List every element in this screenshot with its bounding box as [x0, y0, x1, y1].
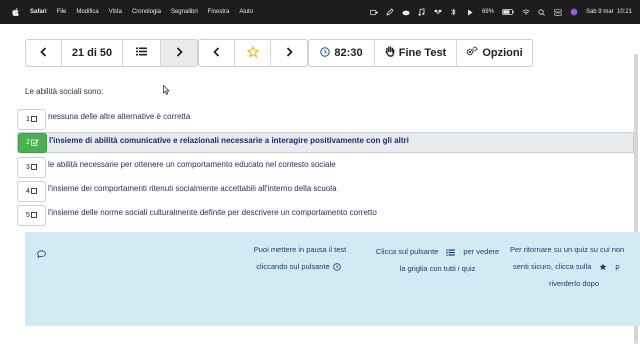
dropbox-icon[interactable]: [433, 8, 442, 16]
menu-aiuto[interactable]: Aiuto: [239, 9, 253, 15]
mouse-pointer-icon: [163, 82, 170, 100]
menu-file[interactable]: File: [57, 9, 67, 15]
actions-group: 82:30 Fine Test Opzioni: [308, 39, 533, 67]
battery-percent: 69%: [481, 9, 494, 15]
answer-checkbox-5[interactable]: 5: [17, 204, 46, 226]
favorite-tip-line2a: senti sicuro, clicca sulla: [513, 262, 592, 271]
checkbox-icon: [30, 212, 37, 218]
timer-pause-button[interactable]: 82:30: [309, 40, 375, 66]
wifi-icon[interactable]: [522, 8, 530, 16]
options-button[interactable]: Opzioni: [457, 40, 532, 66]
control-center-icon[interactable]: [554, 8, 562, 16]
clock-icon: [332, 263, 341, 271]
quiz-toolbar: 21 di 50 82:30 Fine Test Opzioni: [25, 39, 533, 67]
finish-test-button[interactable]: Fine Test: [375, 40, 457, 66]
options-label: Opzioni: [482, 47, 523, 59]
chevron-left-icon: [39, 46, 48, 60]
answer-checkbox-2[interactable]: 2: [18, 132, 47, 153]
star-outline-icon: [246, 45, 259, 61]
favorite-tip-line1: Per ritornare su un quiz su cui non: [510, 245, 625, 254]
grid-tip: Clicca sul pulsante per vedere la griglia…: [365, 243, 510, 277]
clock-icon: [320, 46, 331, 60]
checkbox-icon: [30, 116, 37, 122]
menu-modifica[interactable]: Modifica: [76, 9, 98, 15]
next-question-button[interactable]: [161, 40, 197, 66]
answer-text: l'insieme di abilità comunicative e rela…: [49, 136, 409, 145]
favorite-tip-line2b: p: [615, 262, 620, 271]
menubar-clock[interactable]: Sab 9 mar 10:21: [586, 9, 632, 15]
prev-favorite-button[interactable]: [199, 40, 235, 66]
answer-option-1[interactable]: 1 nessuna delle altre alternative è corr…: [17, 107, 634, 131]
apple-icon[interactable]: [10, 8, 20, 16]
favorite-tip: Per ritornare su un quiz su cui non sent…: [510, 241, 640, 292]
siri-icon[interactable]: [570, 8, 578, 16]
answer-number: 5: [26, 211, 30, 219]
question-counter: 21 di 50: [62, 40, 123, 66]
answer-text: le abilità necessarie per ottenere un co…: [48, 159, 336, 169]
menu-cronologia[interactable]: Cronologia: [132, 9, 161, 15]
answer-option-2[interactable]: 2 l'insieme di abilità comunicative e re…: [17, 132, 634, 153]
menu-app-name[interactable]: Safari: [30, 9, 47, 15]
hand-stop-icon: [385, 46, 395, 60]
answer-text: nessuna delle altre alternative è corret…: [48, 112, 191, 121]
question-grid-button[interactable]: [123, 40, 161, 66]
checkbox-icon: [30, 188, 37, 194]
chevron-left-icon: [212, 46, 221, 60]
macos-menu-bar: Safari File Modifica Vista Cronologia Se…: [0, 0, 640, 24]
answer-number: 1: [26, 115, 30, 123]
answer-option-4[interactable]: 4 l'insieme dei comportamenti ritenuti s…: [17, 179, 634, 203]
camera-icon[interactable]: [370, 8, 378, 16]
finish-test-label: Fine Test: [398, 47, 447, 59]
answer-number: 2: [26, 139, 30, 146]
answer-number: 3: [26, 163, 30, 171]
list-icon: [136, 47, 147, 59]
pause-tip: Puoi mettere in pausa il test cliccando …: [235, 241, 365, 275]
answer-text: l'insieme dei comportamenti ritenuti soc…: [48, 183, 337, 193]
answer-list: 1 nessuna delle altre alternative è corr…: [17, 107, 634, 227]
pen-icon[interactable]: [386, 8, 394, 16]
answer-option-3[interactable]: 3 le abilità necessarie per ottenere un …: [17, 155, 634, 179]
answer-number: 4: [26, 187, 30, 195]
help-info-panel: Puoi mettere in pausa il test cliccando …: [25, 232, 640, 326]
next-favorite-button[interactable]: [271, 40, 307, 66]
menu-segnalibri[interactable]: Segnalibri: [171, 9, 198, 15]
timer-value: 82:30: [334, 47, 363, 59]
grid-tip-line2: la griglia con tutti i quiz: [399, 264, 476, 273]
answer-checkbox-4[interactable]: 4: [17, 180, 46, 202]
answer-checkbox-1[interactable]: 1: [17, 108, 46, 130]
pause-tip-line2: cliccando sul pulsante: [256, 262, 330, 271]
search-icon[interactable]: [538, 8, 546, 16]
favorite-toggle-button[interactable]: [235, 40, 271, 66]
chevron-right-icon: [285, 46, 294, 60]
list-icon: [446, 248, 456, 256]
nav-group: 21 di 50: [25, 39, 198, 67]
gears-icon: [466, 46, 478, 60]
answer-text: l'insieme delle norme sociali culturalme…: [48, 207, 377, 217]
question-text: Le abilità sociali sono:: [25, 87, 104, 96]
favorite-tip-line3: riverderlo dopo: [549, 279, 600, 288]
checkbox-icon: [30, 164, 37, 170]
play-icon[interactable]: [466, 8, 474, 16]
favorites-group: [198, 39, 308, 67]
chevron-right-icon: [175, 46, 184, 60]
battery-icon[interactable]: [502, 8, 514, 16]
bluetooth-icon[interactable]: [450, 8, 458, 16]
answer-option-5[interactable]: 5 l'insieme delle norme sociali cultural…: [17, 203, 634, 227]
creative-cloud-icon[interactable]: [402, 8, 410, 16]
checkmark-icon: [31, 139, 39, 146]
chat-bubble-icon: [37, 245, 46, 263]
star-filled-icon: [599, 263, 607, 271]
pause-tip-line1: Puoi mettere in pausa il test: [253, 245, 347, 254]
music-note-icon[interactable]: [418, 8, 426, 16]
menu-finestra[interactable]: Finestra: [208, 9, 230, 15]
prev-question-button[interactable]: [26, 40, 62, 66]
grid-tip-line1b: per vedere: [463, 247, 500, 256]
menu-vista[interactable]: Vista: [109, 9, 122, 15]
grid-tip-line1a: Clicca sul pulsante: [375, 247, 439, 256]
answer-checkbox-3[interactable]: 3: [17, 156, 46, 178]
